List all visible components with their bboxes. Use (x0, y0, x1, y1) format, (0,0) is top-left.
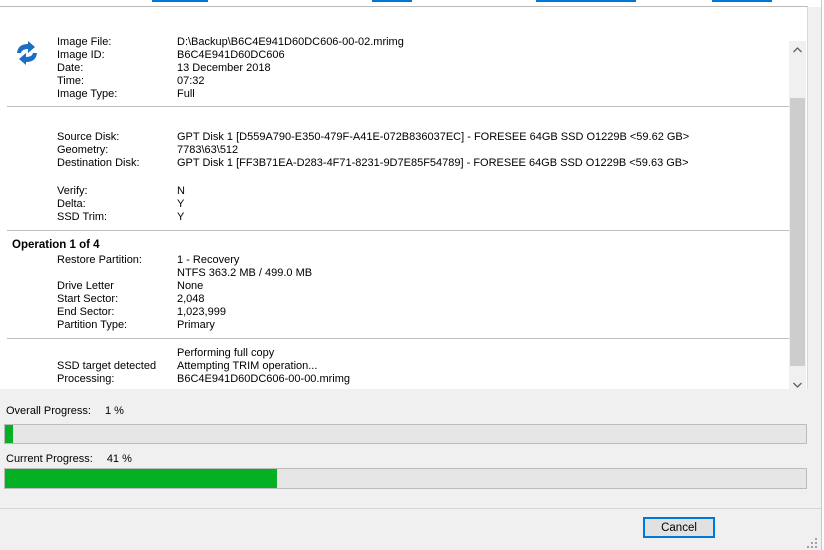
log-value: 7783\63\512 (177, 144, 239, 156)
current-progress-bar (4, 468, 807, 489)
log-value: N (177, 185, 185, 197)
log-value: Primary (177, 319, 215, 331)
log-label: Geometry: (57, 144, 109, 156)
overall-progress-fill (5, 425, 13, 443)
log-value: 13 December 2018 (177, 62, 271, 74)
log-value: 1,023,999 (177, 306, 226, 318)
log-value: Y (177, 198, 185, 210)
log-value: B6C4E941D60DC606-00-00.mrimg (177, 373, 351, 385)
log-label: End Sector: (57, 306, 115, 318)
log-label: Partition Type: (57, 319, 128, 331)
log-label: Delta: (57, 198, 86, 210)
operation-log[interactable]: Image File: D:\Backup\B6C4E941D60DC606-0… (0, 6, 808, 389)
scroll-down-button[interactable] (789, 376, 806, 389)
log-value: 07:32 (177, 75, 205, 87)
footer-divider (0, 508, 821, 509)
overall-progress-value: 1 % (104, 405, 124, 417)
log-value: Performing full copy (177, 347, 275, 359)
background-accent-4 (712, 0, 772, 2)
overall-progress-label: Overall Progress: 1 % (6, 405, 124, 418)
chevron-up-icon (793, 46, 802, 52)
log-label: Time: (57, 75, 85, 87)
resize-grip-icon[interactable] (806, 537, 818, 549)
log-label: Verify: (57, 185, 88, 197)
current-progress-fill (5, 469, 278, 488)
log-value: None (177, 280, 204, 292)
current-progress-title: Current Progress: (6, 453, 93, 465)
log-value: NTFS 363.2 MB / 499.0 MB (177, 267, 313, 279)
log-label: Image File: (57, 36, 112, 48)
log-separator (7, 338, 789, 339)
log-label: Source Disk: (57, 131, 120, 143)
log-value: 2,048 (177, 293, 205, 305)
current-progress-value: 41 % (106, 453, 132, 465)
log-value: Full (177, 88, 195, 100)
background-accent-2 (372, 0, 412, 2)
macrium-reflect-logo-icon (17, 41, 37, 65)
log-label: Image ID: (57, 49, 105, 61)
operation-heading: Operation 1 of 4 (12, 239, 100, 251)
log-value: GPT Disk 1 [FF3B71EA-D283-4F71-8231-9D7E… (177, 157, 689, 169)
log-value: D:\Backup\B6C4E941D60DC606-00-02.mrimg (177, 36, 404, 48)
overall-progress-title: Overall Progress: (6, 405, 91, 417)
log-scrollbar[interactable] (789, 41, 806, 389)
scroll-up-button[interactable] (789, 41, 806, 58)
log-value: Y (177, 211, 185, 223)
log-label: Start Sector: (57, 293, 119, 305)
cancel-button[interactable]: Cancel (643, 517, 715, 538)
log-label: SSD Trim: (57, 211, 108, 223)
log-label: SSD target detected (57, 360, 157, 372)
log-label: Restore Partition: (57, 254, 142, 266)
log-label: Image Type: (57, 88, 118, 100)
log-label: Drive Letter (57, 280, 114, 292)
scroll-thumb[interactable] (790, 98, 805, 366)
background-accent-3 (536, 0, 636, 2)
chevron-down-icon (793, 382, 802, 388)
log-value: GPT Disk 1 [D559A790-E350-479F-A41E-072B… (177, 131, 690, 143)
current-progress-label: Current Progress: 41 % (6, 453, 132, 466)
log-label: Processing: (57, 373, 115, 385)
overall-progress-bar (4, 424, 807, 444)
background-accent-1 (152, 0, 208, 2)
log-separator (7, 106, 789, 107)
log-label: Date: (57, 62, 84, 74)
log-value: 1 - Recovery (177, 254, 240, 266)
log-label: Destination Disk: (57, 157, 140, 169)
log-value: Attempting TRIM operation... (177, 360, 318, 372)
log-value: B6C4E941D60DC606 (177, 49, 285, 61)
log-separator (7, 230, 789, 231)
